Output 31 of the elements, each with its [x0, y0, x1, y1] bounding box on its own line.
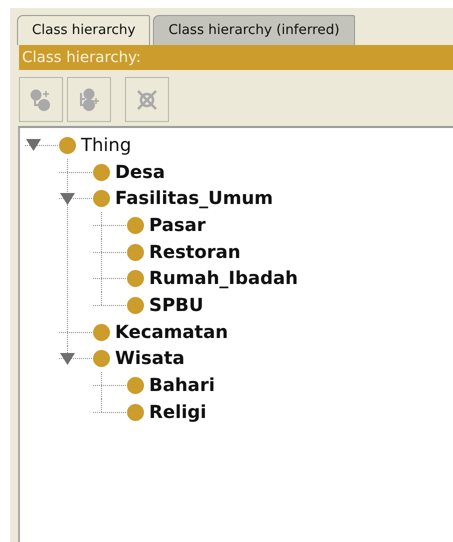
delete-icon	[135, 88, 159, 112]
sibling-add-icon	[77, 88, 101, 112]
class-icon	[127, 377, 144, 394]
class-node[interactable]: Religi	[149, 398, 206, 426]
class-icon	[93, 190, 110, 208]
expand-down-icon[interactable]	[60, 192, 75, 206]
class-icon	[127, 244, 144, 261]
class-node[interactable]: Bahari	[149, 372, 215, 400]
class-icon	[127, 270, 144, 288]
class-icon	[93, 324, 110, 341]
class-node[interactable]: Fasilitas_Umum	[115, 185, 274, 212]
class-icon	[127, 216, 144, 234]
panel-header: Class hierarchy:	[19, 45, 453, 70]
class-icon	[127, 296, 144, 314]
class-node[interactable]: Desa	[115, 158, 166, 186]
class-icon	[127, 404, 144, 421]
class-node[interactable]: Thing	[81, 132, 132, 159]
class-node[interactable]: SPBU	[149, 292, 204, 319]
tab[interactable]: Class hierarchy	[17, 15, 150, 45]
subclass-add-icon	[29, 88, 53, 112]
class-icon	[93, 164, 110, 181]
class-icon	[93, 350, 110, 368]
expand-down-icon[interactable]	[60, 352, 75, 366]
class-icon	[59, 136, 76, 154]
class-node[interactable]: Pasar	[149, 212, 206, 239]
class-node[interactable]: Rumah_Ibadah	[149, 265, 298, 292]
class-node[interactable]: Restoran	[149, 238, 241, 266]
expand-down-icon[interactable]	[26, 138, 41, 152]
class-node[interactable]: Kecamatan	[115, 318, 228, 346]
class-node[interactable]: Wisata	[115, 345, 185, 372]
tab[interactable]: Class hierarchy (inferred)	[153, 15, 355, 45]
